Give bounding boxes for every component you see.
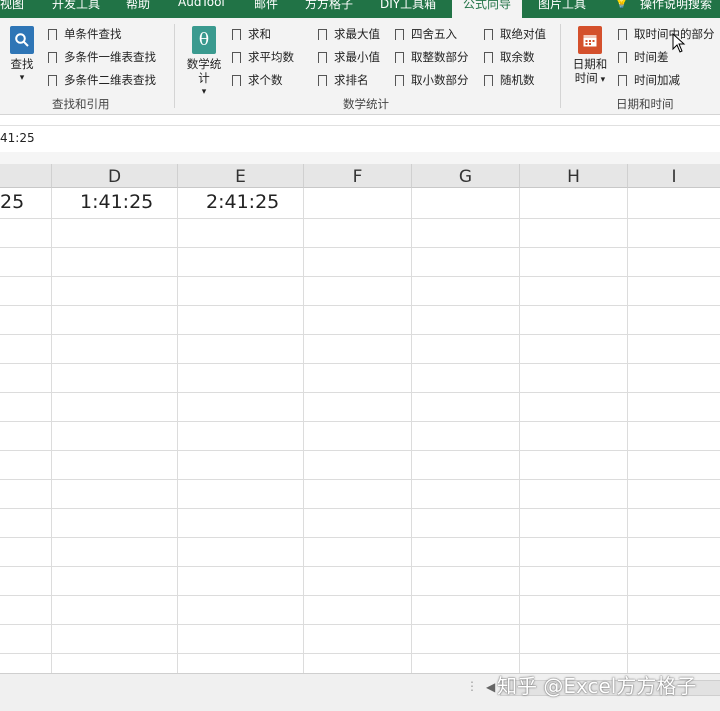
sum-item[interactable]: 求和 bbox=[232, 25, 271, 44]
watermark: 知乎 @Excel方方格子 bbox=[497, 674, 697, 698]
cell-e1[interactable]: 2:41:25 bbox=[206, 191, 279, 213]
formula-value: 41:25 bbox=[0, 131, 35, 145]
grid-top-gap bbox=[0, 152, 720, 164]
tab-view[interactable]: 视图 bbox=[0, 0, 24, 12]
datetime-button[interactable]: 日期和 时间 ▾ bbox=[568, 26, 612, 87]
remainder-item[interactable]: 取余数 bbox=[484, 48, 535, 67]
ribbon-tab-bar: 视图 开发工具 帮助 AudTool 邮件 方方格子 DIY工具箱 公式向导 图… bbox=[0, 0, 720, 18]
bookmark-icon bbox=[618, 28, 627, 44]
multi-condition-1d-lookup[interactable]: 多条件一维表查找 bbox=[48, 48, 156, 67]
tab-picture-tools[interactable]: 图片工具 bbox=[538, 0, 586, 12]
bookmark-icon bbox=[318, 74, 327, 90]
bookmark-icon bbox=[484, 74, 493, 90]
formula-bar[interactable]: 41:25 bbox=[0, 125, 720, 153]
group-divider bbox=[174, 24, 175, 108]
time-diff-item[interactable]: 时间差 bbox=[618, 48, 669, 67]
tab-help[interactable]: 帮助 bbox=[126, 0, 150, 12]
tab-diy-toolbox[interactable]: DIY工具箱 bbox=[380, 0, 436, 12]
bookmark-icon bbox=[395, 28, 404, 44]
tab-developer[interactable]: 开发工具 bbox=[52, 0, 100, 12]
lightbulb-icon: 💡 bbox=[614, 0, 629, 9]
scroll-left-icon[interactable]: ◀ bbox=[486, 680, 495, 694]
tab-fangfang[interactable]: 方方格子 bbox=[305, 0, 353, 12]
column-header-c[interactable] bbox=[0, 164, 52, 188]
group-divider bbox=[560, 24, 561, 108]
tab-audtool[interactable]: AudTool bbox=[178, 0, 225, 9]
column-header-e[interactable]: E bbox=[178, 164, 304, 188]
group-label-datetime: 日期和时间 bbox=[616, 97, 674, 111]
bookmark-icon bbox=[484, 51, 493, 67]
bookmark-icon bbox=[484, 28, 493, 44]
max-item[interactable]: 求最大值 bbox=[318, 25, 380, 44]
count-item[interactable]: 求个数 bbox=[232, 71, 283, 90]
decimal-part-item[interactable]: 取小数部分 bbox=[395, 71, 469, 90]
min-item[interactable]: 求最小值 bbox=[318, 48, 380, 67]
group-label-math: 数学统计 bbox=[343, 97, 389, 111]
datetime-label-line2: 时间 bbox=[574, 71, 598, 85]
extract-time-part-item[interactable]: 取时间中的部分 bbox=[618, 25, 715, 44]
calendar-icon bbox=[578, 26, 602, 54]
lookup-button[interactable]: 查找 ▾ bbox=[6, 26, 38, 85]
chevron-down-icon: ▾ bbox=[201, 87, 207, 97]
ribbon: 查找 ▾ 单条件查找 多条件一维表查找 多条件二维表查找 查找和引用 θ 数学统… bbox=[0, 18, 720, 115]
multi-condition-2d-lookup[interactable]: 多条件二维表查找 bbox=[48, 71, 156, 90]
bookmark-icon bbox=[395, 74, 404, 90]
search-icon bbox=[10, 26, 34, 54]
cell-c1[interactable]: 25 bbox=[0, 191, 24, 213]
bookmark-icon bbox=[318, 28, 327, 44]
mouse-cursor-icon bbox=[672, 33, 686, 53]
integer-part-item[interactable]: 取整数部分 bbox=[395, 48, 469, 67]
group-label-lookup: 查找和引用 bbox=[52, 97, 110, 111]
rank-item[interactable]: 求排名 bbox=[318, 71, 369, 90]
single-condition-lookup[interactable]: 单条件查找 bbox=[48, 25, 122, 44]
column-header-f[interactable]: F bbox=[304, 164, 412, 188]
lookup-label: 查找 bbox=[10, 57, 34, 71]
column-header-g[interactable]: G bbox=[412, 164, 520, 188]
bookmark-icon bbox=[618, 74, 627, 90]
average-item[interactable]: 求平均数 bbox=[232, 48, 294, 67]
bookmark-icon bbox=[618, 51, 627, 67]
bookmark-icon bbox=[48, 28, 57, 44]
column-header-i[interactable]: I bbox=[628, 164, 720, 188]
datetime-label-line1: 日期和 bbox=[572, 57, 608, 71]
round-item[interactable]: 四舍五入 bbox=[395, 25, 457, 44]
column-header-d[interactable]: D bbox=[52, 164, 178, 188]
tab-formula-wizard[interactable]: 公式向导 bbox=[452, 0, 523, 18]
bookmark-icon bbox=[48, 74, 57, 90]
time-add-item[interactable]: 时间加减 bbox=[618, 71, 680, 90]
absolute-value-item[interactable]: 取绝对值 bbox=[484, 25, 546, 44]
tab-mail[interactable]: 邮件 bbox=[254, 0, 278, 12]
math-stats-button[interactable]: θ 数学统计 ▾ bbox=[184, 26, 224, 99]
chevron-down-icon: ▾ bbox=[597, 75, 606, 85]
bookmark-icon bbox=[232, 74, 241, 90]
bookmark-icon bbox=[318, 51, 327, 67]
cell-d1[interactable]: 1:41:25 bbox=[80, 191, 153, 213]
bookmark-icon bbox=[232, 28, 241, 44]
theta-icon: θ bbox=[192, 26, 216, 54]
random-item[interactable]: 随机数 bbox=[484, 71, 535, 90]
splitter-dots-icon[interactable]: ⋮ bbox=[466, 679, 478, 693]
column-header-h[interactable]: H bbox=[520, 164, 628, 188]
tab-search[interactable]: 操作说明搜索 bbox=[640, 0, 712, 12]
bookmark-icon bbox=[232, 51, 241, 67]
bookmark-icon bbox=[48, 51, 57, 67]
bookmark-icon bbox=[395, 51, 404, 67]
math-stats-label: 数学统计 bbox=[186, 57, 222, 85]
chevron-down-icon: ▾ bbox=[19, 73, 25, 83]
